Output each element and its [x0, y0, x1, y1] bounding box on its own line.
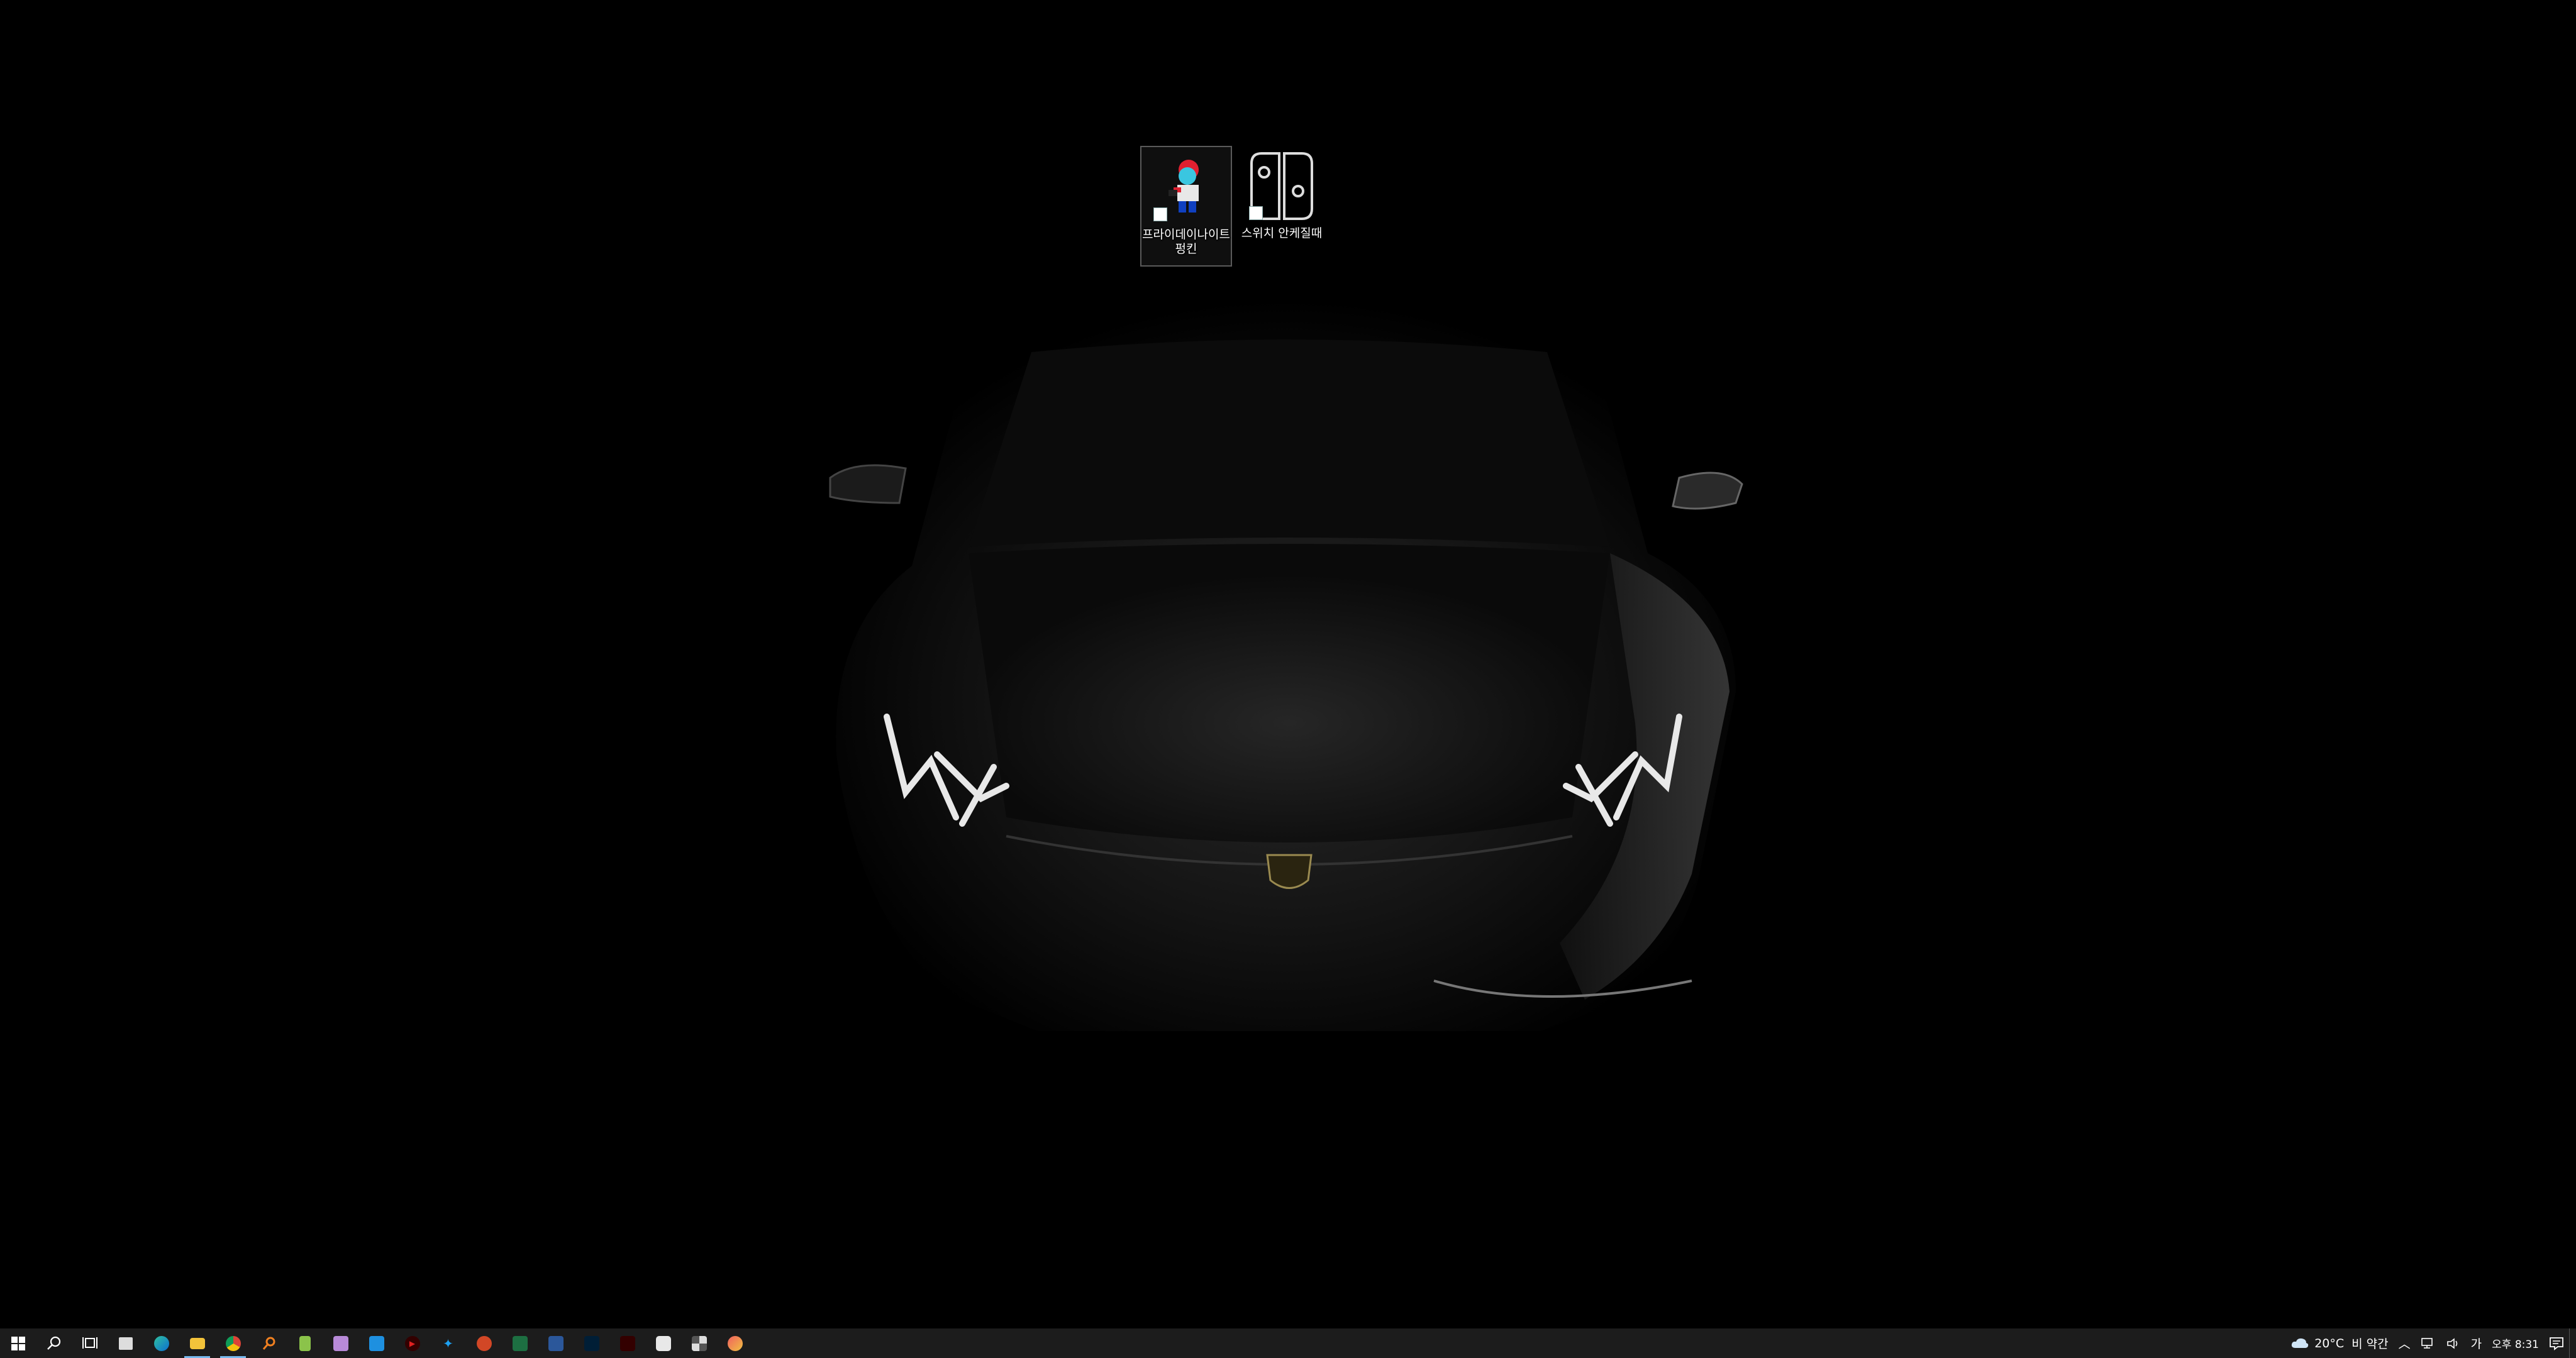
- folder-icon: [189, 1337, 205, 1349]
- show-hidden-icons-button[interactable]: ︿: [2394, 1328, 2416, 1358]
- desktop-icon-label: 스위치 안케질때: [1241, 226, 1323, 240]
- notepad-button[interactable]: [287, 1328, 323, 1358]
- word-icon: [548, 1335, 564, 1351]
- edge-button[interactable]: [143, 1328, 179, 1358]
- media-player-button[interactable]: ▶: [394, 1328, 430, 1358]
- store-bag-icon: [118, 1337, 133, 1350]
- cloud-rain-icon: [2292, 1338, 2309, 1348]
- shortcut-arrow-icon: [1153, 207, 1167, 221]
- clock[interactable]: 오후 8:31: [2487, 1328, 2544, 1358]
- edge-icon: [153, 1335, 169, 1351]
- search-tool-button[interactable]: [251, 1328, 287, 1358]
- blue-app-icon: [369, 1335, 384, 1351]
- illustrator-icon: [619, 1335, 635, 1351]
- system-tray: 20°C 비 약간 ︿ 가 오후 8:31: [2285, 1328, 2576, 1358]
- desktop-icon-fnf[interactable]: 프라이데이나이트 펑킨: [1140, 146, 1232, 267]
- weather-text: 비 약간: [2351, 1337, 2389, 1351]
- photoshop-icon: [584, 1335, 599, 1351]
- chrome-icon: [225, 1335, 241, 1351]
- puzzle-icon: [691, 1335, 707, 1351]
- powerpoint-icon: [476, 1335, 492, 1351]
- excel-button[interactable]: [502, 1328, 538, 1358]
- task-view-button[interactable]: [72, 1328, 108, 1358]
- twitter-bird-icon: ✦: [443, 1335, 453, 1351]
- powerpoint-button[interactable]: [466, 1328, 502, 1358]
- chevron-up-icon: ︿: [2398, 1337, 2411, 1351]
- photoshop-button[interactable]: [574, 1328, 609, 1358]
- desktop-icon-switch[interactable]: 스위치 안케질때: [1236, 146, 1328, 241]
- calendar-icon: [333, 1335, 348, 1351]
- task-view-icon: [82, 1337, 97, 1349]
- speaker-icon: [2446, 1337, 2457, 1349]
- paint-app-button[interactable]: [717, 1328, 753, 1358]
- excel-icon: [512, 1335, 528, 1351]
- notification-icon: [2550, 1337, 2563, 1350]
- notepad-icon: [299, 1335, 311, 1351]
- paint-icon: [727, 1335, 743, 1351]
- twitter-button[interactable]: ✦: [430, 1328, 466, 1358]
- desktop: 프라이데이나이트 펑킨 스위치 안케질때: [0, 0, 2576, 1328]
- nintendo-switch-icon: [1245, 150, 1318, 223]
- media-player-icon: ▶: [404, 1335, 420, 1351]
- capture-tool-button[interactable]: [645, 1328, 681, 1358]
- illustrator-button[interactable]: [609, 1328, 645, 1358]
- shortcut-arrow-icon: [1249, 206, 1263, 220]
- puzzle-app-button[interactable]: [681, 1328, 717, 1358]
- network-icon: [2421, 1337, 2433, 1349]
- chrome-button[interactable]: [215, 1328, 251, 1358]
- search-icon: [47, 1336, 60, 1350]
- ime-indicator[interactable]: 가: [2466, 1328, 2487, 1358]
- blue-app-button[interactable]: [358, 1328, 394, 1358]
- taskbar: ▶ ✦ 20°C 비 약간 ︿ 가 오후 8:31: [0, 1328, 2576, 1358]
- search-button[interactable]: [36, 1328, 72, 1358]
- desktop-icon-label: 프라이데이나이트 펑킨: [1142, 228, 1230, 256]
- volume-button[interactable]: [2441, 1328, 2466, 1358]
- network-button[interactable]: [2416, 1328, 2441, 1358]
- microsoft-store-button[interactable]: [108, 1328, 143, 1358]
- notification-button[interactable]: [2544, 1328, 2569, 1358]
- temperature-text: 20°C: [2314, 1336, 2345, 1350]
- show-desktop-button[interactable]: [2569, 1328, 2576, 1358]
- windows-logo-icon: [11, 1336, 25, 1350]
- start-button[interactable]: [0, 1328, 36, 1358]
- weather-widget[interactable]: 20°C 비 약간: [2285, 1328, 2393, 1358]
- word-button[interactable]: [538, 1328, 574, 1358]
- camera-icon: [655, 1335, 671, 1351]
- file-explorer-button[interactable]: [179, 1328, 215, 1358]
- calendar-app-button[interactable]: [323, 1328, 358, 1358]
- magnifier-orange-icon: [262, 1337, 275, 1350]
- friday-night-funkin-icon: [1150, 151, 1223, 224]
